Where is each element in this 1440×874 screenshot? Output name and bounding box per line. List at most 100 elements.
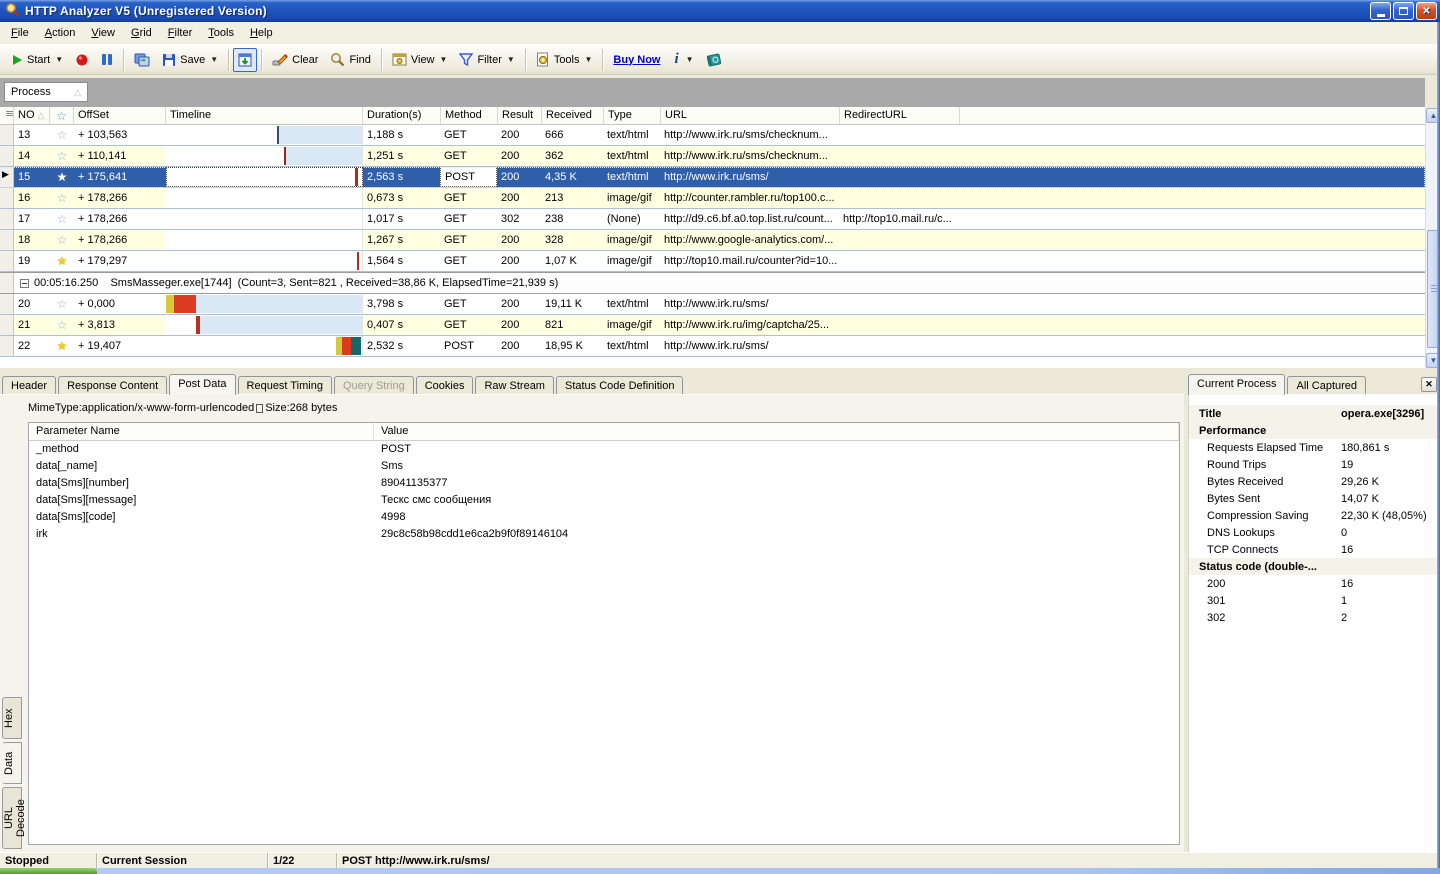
parameter-row[interactable]: _method POST xyxy=(29,441,1179,458)
star-cell[interactable]: ☆ xyxy=(50,294,74,314)
menu-item-filter[interactable]: Filter xyxy=(160,23,200,43)
table-row[interactable]: 17 ☆ + 178,266 1,017 s GET 302 238 (None) http:/… xyxy=(0,209,1425,230)
status-bar: Stopped Current Session 1/22 POST http:/… xyxy=(0,852,1440,868)
stats-item-row[interactable]: DNS Lookups 0 xyxy=(1189,524,1439,541)
side-tab-hex[interactable]: Hex xyxy=(2,697,22,739)
tab-header[interactable]: Header xyxy=(2,376,57,395)
parameter-row[interactable]: data[Sms][code] 4998 xyxy=(29,509,1179,526)
group-by-process-button[interactable]: Process △ xyxy=(4,82,88,102)
stats-item-row[interactable]: TCP Connects 16 xyxy=(1189,541,1439,558)
table-row[interactable]: ▶ 15 ★ + 175,641 2,563 s POST 200 4,35 Ktext/ht… xyxy=(0,167,1425,188)
stats-item-row[interactable]: Bytes Sent 14,07 K xyxy=(1189,490,1439,507)
save-button[interactable]: Save ▼ xyxy=(156,48,224,72)
side-tab-url-decode[interactable]: URL Decode xyxy=(2,787,27,849)
menu-item-tools[interactable]: Tools xyxy=(200,23,242,43)
parameter-row[interactable]: irk 29c8c58b98cdd1e6ca2b9f0f89146104 xyxy=(29,526,1179,543)
clear-button[interactable]: Clear xyxy=(266,48,324,72)
side-tab-data[interactable]: Data xyxy=(2,742,22,784)
table-row[interactable]: 18 ☆ + 178,266 1,267 s GET 200 328 image/gif htt… xyxy=(0,230,1425,251)
table-row[interactable]: 19 ★ + 179,297 1,564 s GET 200 1,07 Kimage/gif… xyxy=(0,251,1425,272)
column-header-star[interactable]: ☆ xyxy=(50,107,74,124)
column-header-offset[interactable]: OffSet xyxy=(74,107,166,124)
autoscroll-toggle[interactable] xyxy=(233,47,258,72)
group-row[interactable]: 00:05:16.250 SmsMasseger.exe[1744] (Coun… xyxy=(0,272,1425,294)
minimize-button[interactable] xyxy=(1370,2,1391,20)
timeline-cell xyxy=(166,294,363,314)
column-header-redirecturl[interactable]: RedirectURL xyxy=(840,107,960,124)
table-row[interactable]: 21 ☆ + 3,813 0,407 s GET 200 821 image/gif http:… xyxy=(0,315,1425,336)
column-header-type[interactable]: Type xyxy=(604,107,661,124)
tab-current-process[interactable]: Current Process xyxy=(1188,374,1286,395)
summary-button[interactable] xyxy=(128,48,156,72)
column-header-parameter-name[interactable]: Parameter Name xyxy=(29,423,374,440)
column-header-result[interactable]: Result xyxy=(498,107,542,124)
menu-item-view[interactable]: View xyxy=(83,23,123,43)
timeline-cell xyxy=(166,230,363,250)
start-button-fragment xyxy=(0,868,97,874)
menu-item-action[interactable]: Action xyxy=(37,23,84,43)
find-button[interactable]: Find xyxy=(324,48,376,72)
collapse-icon[interactable] xyxy=(20,278,29,288)
stats-label: Title xyxy=(1199,407,1222,420)
menu-item-grid[interactable]: Grid xyxy=(123,23,160,43)
parameter-row[interactable]: data[Sms][message] Тескс смс сообщения xyxy=(29,492,1179,509)
clear-icon xyxy=(272,53,288,65)
menu-item-file[interactable]: File xyxy=(3,23,37,43)
column-header-no[interactable]: NO △ xyxy=(14,107,50,124)
stats-item-row[interactable]: Round Trips 19 xyxy=(1189,456,1439,473)
tab-raw-stream[interactable]: Raw Stream xyxy=(475,376,554,395)
star-cell[interactable]: ☆ xyxy=(50,125,74,145)
buy-now-link[interactable]: Buy Now xyxy=(607,51,666,69)
star-cell[interactable]: ☆ xyxy=(50,146,74,166)
parameter-row[interactable]: data[_name] Sms xyxy=(29,458,1179,475)
stats-item-row[interactable]: 301 1 xyxy=(1189,592,1439,609)
star-cell[interactable]: ☆ xyxy=(50,188,74,208)
column-header-received[interactable]: Received xyxy=(542,107,604,124)
info-button[interactable]: i ▼ xyxy=(666,48,699,72)
tab-query-string[interactable]: Query String xyxy=(333,376,414,395)
book-icon xyxy=(706,53,721,67)
tab-response-content[interactable]: Response Content xyxy=(58,376,168,395)
table-row[interactable]: 13 ☆ + 103,563 1,188 s GET 200 666 text/html htt… xyxy=(0,125,1425,146)
start-button[interactable]: Start ▼ xyxy=(5,48,69,72)
table-row[interactable]: 22 ★ + 19,407 2,532 s POST 200 18,95 Ktext/htm… xyxy=(0,336,1425,357)
star-cell[interactable]: ★ xyxy=(50,251,74,271)
table-row[interactable]: 16 ☆ + 178,266 0,673 s GET 200 213 image/gif htt… xyxy=(0,188,1425,209)
stop-button[interactable] xyxy=(69,48,95,72)
tab-cookies[interactable]: Cookies xyxy=(415,376,474,395)
panel-close-button[interactable]: ✕ xyxy=(1421,377,1437,392)
table-row[interactable]: 20 ☆ + 0,000 3,798 s GET 200 19,11 Ktext/html h… xyxy=(0,294,1425,315)
help-book-button[interactable] xyxy=(700,48,729,72)
column-header-duration[interactable]: Duration(s) xyxy=(363,107,441,124)
stats-label: Requests Elapsed Time xyxy=(1207,441,1324,454)
tools-button[interactable]: Tools ▼ xyxy=(530,48,599,72)
tab-request-timing[interactable]: Request Timing xyxy=(237,376,332,395)
star-cell[interactable]: ★ xyxy=(50,336,74,356)
stats-item-row[interactable]: Requests Elapsed Time 180,861 s xyxy=(1189,439,1439,456)
star-cell[interactable]: ☆ xyxy=(50,315,74,335)
view-button[interactable]: View ▼ xyxy=(386,48,454,72)
stats-value: 19 xyxy=(1341,458,1354,471)
tab-post-data[interactable]: Post Data xyxy=(169,374,236,395)
filter-button[interactable]: Filter ▼ xyxy=(453,48,520,72)
tab-status-code-definition[interactable]: Status Code Definition xyxy=(555,376,684,395)
star-cell[interactable]: ☆ xyxy=(50,209,74,229)
filter-label: Filter xyxy=(477,53,502,66)
column-header-method[interactable]: Method xyxy=(441,107,498,124)
column-header-timeline[interactable]: Timeline xyxy=(166,107,363,124)
parameter-row[interactable]: data[Sms][number] 89041135377 xyxy=(29,475,1179,492)
star-cell[interactable]: ☆ xyxy=(50,230,74,250)
stats-item-row[interactable]: Bytes Received 29,26 K xyxy=(1189,473,1439,490)
column-header-url[interactable]: URL xyxy=(661,107,840,124)
menu-item-help[interactable]: Help xyxy=(242,23,281,43)
stats-item-row[interactable]: 200 16 xyxy=(1189,575,1439,592)
stats-item-row[interactable]: 302 2 xyxy=(1189,609,1439,626)
tab-all-captured[interactable]: All Captured xyxy=(1287,376,1367,395)
restore-button[interactable] xyxy=(1393,2,1414,20)
pause-button[interactable] xyxy=(95,48,119,72)
stats-item-row[interactable]: Compression Saving 22,30 K (48,05%) xyxy=(1189,507,1439,524)
column-header-value[interactable]: Value xyxy=(374,423,1179,440)
star-cell[interactable]: ★ xyxy=(50,167,74,187)
table-row[interactable]: 14 ☆ + 110,141 1,251 s GET 200 362 text/html htt… xyxy=(0,146,1425,167)
close-button[interactable]: ✕ xyxy=(1416,2,1437,20)
